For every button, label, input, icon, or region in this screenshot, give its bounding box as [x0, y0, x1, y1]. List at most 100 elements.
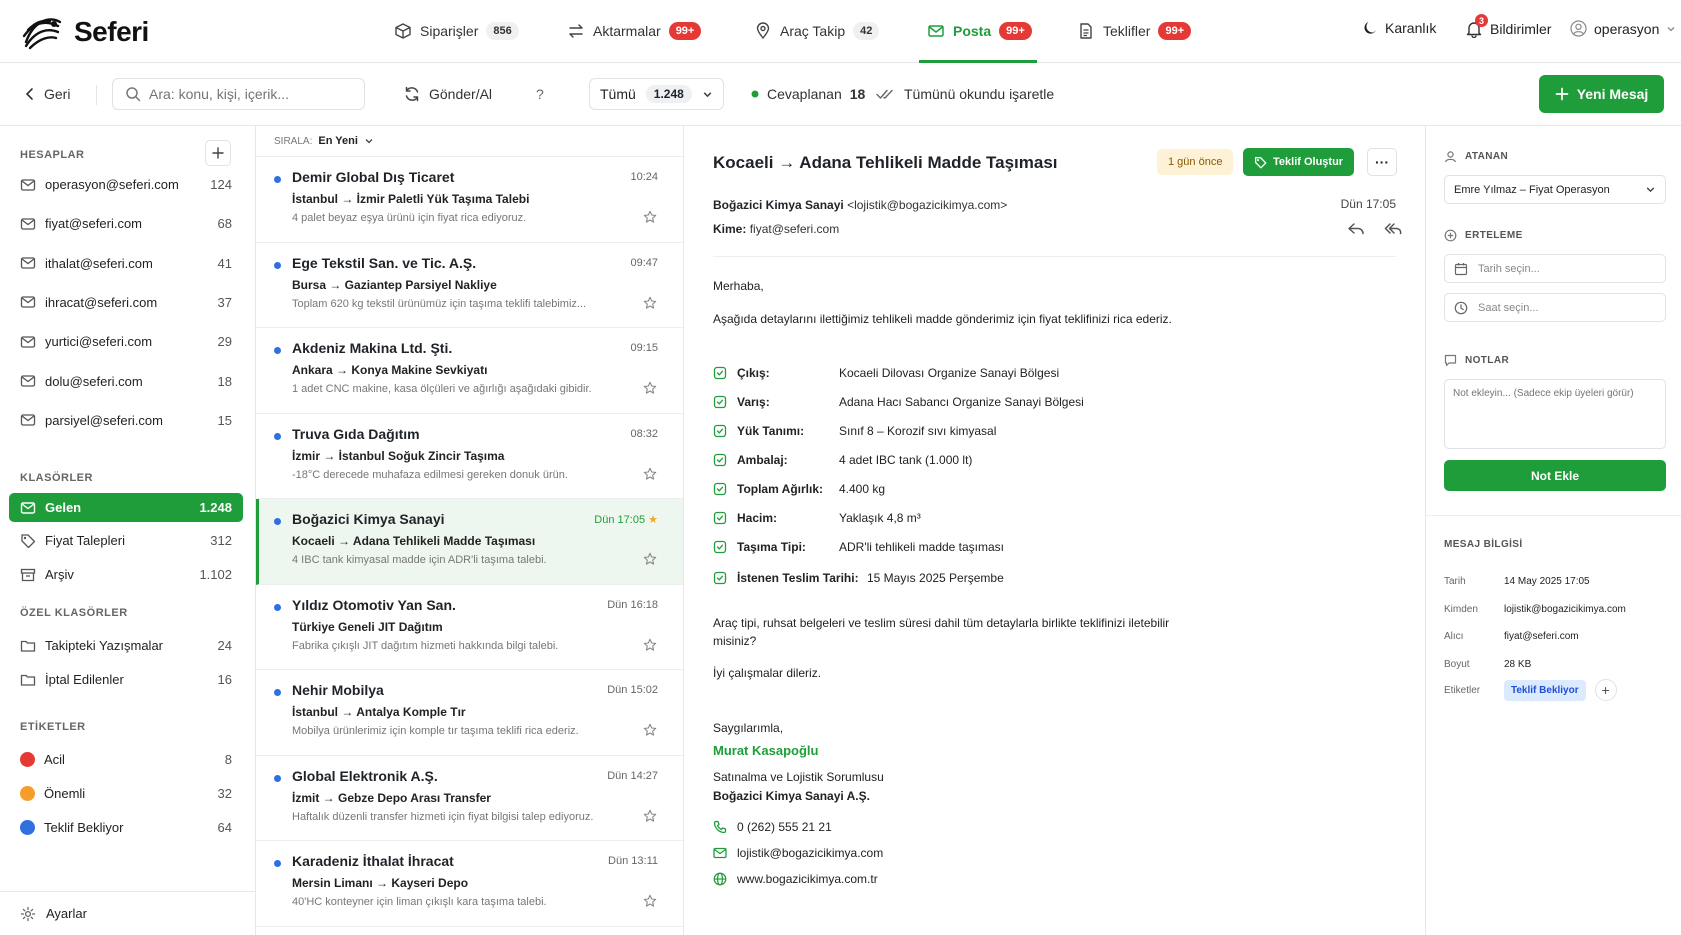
- message-row[interactable]: Ege Tekstil San. ve Tic. A.Ş. 09:47 Burs…: [256, 243, 683, 328]
- help-label: ?: [536, 86, 544, 102]
- search-box[interactable]: [112, 78, 365, 110]
- nav-posta[interactable]: Posta 99+: [927, 18, 1032, 44]
- date-picker[interactable]: Tarih seçin...: [1444, 254, 1666, 283]
- folder-gelen[interactable]: Gelen 1.248: [9, 493, 243, 522]
- account-item[interactable]: parsiyel@seferi.com 15: [9, 406, 243, 435]
- message-sender: Global Elektronik A.Ş.: [292, 767, 438, 784]
- folder-takipteki[interactable]: Takipteki Yazışmalar 24: [9, 631, 243, 660]
- message-row[interactable]: Yıldız Otomotiv Yan San. Dün 16:18 Türki…: [256, 585, 683, 670]
- tag-chip[interactable]: Teklif Bekliyor: [1504, 679, 1586, 701]
- contact-email[interactable]: lojistik@bogazicikimya.com: [713, 846, 883, 860]
- sort-control[interactable]: SIRALA: En Yeni: [256, 126, 683, 157]
- message-preview: 40'HC konteyner için liman çıkışlı kara …: [292, 896, 547, 908]
- new-message-button[interactable]: Yeni Mesaj: [1539, 75, 1664, 113]
- back-button[interactable]: Geri: [24, 78, 70, 110]
- star-icon[interactable]: [643, 638, 657, 652]
- notifications-button[interactable]: 3 Bildirimler: [1465, 14, 1552, 38]
- account-label: fiyat@seferi.com: [45, 216, 142, 232]
- account-item[interactable]: ithalat@seferi.com 41: [9, 249, 243, 278]
- message-row[interactable]: Akdeniz Makina Ltd. Şti. 09:15 Ankara → …: [256, 328, 683, 414]
- email-value: lojistik@bogazicikimya.com: [737, 846, 884, 860]
- starred-icon[interactable]: ★: [648, 514, 658, 526]
- account-item[interactable]: dolu@seferi.com 18: [9, 367, 243, 396]
- add-tag-button[interactable]: +: [1594, 679, 1617, 701]
- message-row[interactable]: Karadeniz İthalat İhracat Dün 13:11 Mers…: [256, 841, 683, 927]
- detail-value: 4 adet IBC tank (1.000 lt): [839, 453, 973, 467]
- mail-icon: [20, 334, 36, 350]
- send-receive-button[interactable]: Gönder/Al: [403, 78, 492, 110]
- star-icon[interactable]: [643, 552, 657, 566]
- reply-all-icon[interactable]: [1384, 222, 1402, 236]
- account-item[interactable]: operasyon@seferi.com 124: [9, 170, 243, 199]
- box-icon: [713, 453, 727, 467]
- star-icon[interactable]: [643, 467, 657, 481]
- phone-value: 0 (262) 555 21 21: [737, 820, 832, 834]
- create-quote-button[interactable]: Teklif Oluştur: [1243, 148, 1355, 176]
- nav-siparisler[interactable]: Siparişler 856: [394, 18, 519, 44]
- settings-button[interactable]: Ayarlar: [0, 891, 255, 935]
- user-menu[interactable]: operasyon: [1570, 20, 1676, 37]
- nav-arac-takip[interactable]: Araç Takip 42: [754, 18, 880, 44]
- notes-input[interactable]: [1444, 379, 1666, 449]
- folder-icon: [20, 672, 36, 688]
- chevron-down-icon: [702, 89, 713, 100]
- message-time-text: 09:47: [630, 256, 658, 269]
- reply-icon[interactable]: [1347, 222, 1365, 236]
- detail-label: Varış:: [737, 395, 770, 409]
- info-value: lojistik@bogazicikimya.com: [1504, 603, 1626, 615]
- message-row[interactable]: Boğazici Kimya Sanayi Dün 17:05 ★ Kocael…: [256, 499, 683, 585]
- message-time-text: Dün 13:11: [608, 855, 658, 867]
- label-teklif-bekliyor[interactable]: Teklif Bekliyor 64: [9, 813, 243, 842]
- user-avatar-icon: [1570, 20, 1587, 37]
- to-label: Kime:: [713, 222, 747, 236]
- label-name: Teklif Bekliyor: [44, 820, 124, 835]
- search-input[interactable]: [149, 86, 339, 102]
- label-onemli[interactable]: Önemli 32: [9, 779, 243, 808]
- message-row[interactable]: Nehir Mobilya Dün 15:02 İstanbul → Antal…: [256, 670, 683, 756]
- star-icon[interactable]: [643, 894, 657, 908]
- folder-fiyat-talepleri[interactable]: Fiyat Talepleri 312: [9, 526, 243, 555]
- message-row[interactable]: Truva Gıda Dağıtım 08:32 İzmir → İstanbu…: [256, 414, 683, 499]
- detail-label: Yük Tanımı:: [737, 424, 805, 438]
- star-icon[interactable]: [643, 809, 657, 823]
- help-button[interactable]: ?: [536, 78, 544, 110]
- assignee-select[interactable]: Emre Yılmaz – Fiyat Operasyon: [1444, 175, 1666, 204]
- app-logo[interactable]: Seferi: [20, 12, 149, 52]
- label-acil[interactable]: Acil 8: [9, 745, 243, 774]
- notifications-label: Bildirimler: [1490, 21, 1552, 37]
- star-icon[interactable]: [643, 296, 657, 310]
- answered-filter[interactable]: Cevaplanan 18: [751, 78, 865, 110]
- message-details-panel: ATANAN Emre Yılmaz – Fiyat Operasyon ERT…: [1425, 126, 1681, 935]
- contact-phone[interactable]: 0 (262) 555 21 21: [713, 820, 832, 834]
- document-icon: [1077, 22, 1095, 40]
- folder-arsiv[interactable]: Arşiv 1.102: [9, 560, 243, 589]
- nav-aktarmalar[interactable]: Aktarmalar 99+: [567, 18, 702, 44]
- theme-toggle[interactable]: Karanlık: [1362, 20, 1436, 36]
- message-row[interactable]: Demir Global Dış Ticaret 10:24 İstanbul …: [256, 157, 683, 243]
- accounts-title: HESAPLAR: [20, 149, 85, 161]
- new-message-label: Yeni Mesaj: [1576, 86, 1649, 102]
- add-note-button[interactable]: Not Ekle: [1444, 460, 1666, 491]
- account-item[interactable]: fiyat@seferi.com 68: [9, 209, 243, 238]
- message-time-text: Dün 14:27: [607, 769, 658, 782]
- snooze-section: ERTELEME: [1444, 229, 1523, 242]
- folder-iptal[interactable]: İptal Edilenler 16: [9, 665, 243, 694]
- mark-all-read-button[interactable]: Tümünü okundu işaretle: [876, 78, 1054, 110]
- star-icon[interactable]: [643, 381, 657, 395]
- time-placeholder: Saat seçin...: [1478, 301, 1539, 314]
- time-picker[interactable]: Saat seçin...: [1444, 293, 1666, 322]
- filter-select[interactable]: Tümü 1.248: [589, 78, 724, 110]
- message-time-text: Dün 17:05: [594, 514, 646, 526]
- star-icon[interactable]: [643, 210, 657, 224]
- contact-web[interactable]: www.bogazicikimya.com.tr: [713, 872, 878, 886]
- nav-badge: 42: [853, 22, 880, 40]
- star-icon[interactable]: [643, 723, 657, 737]
- message-row[interactable]: Global Elektronik A.Ş. Dün 14:27 İzmit →…: [256, 756, 683, 841]
- add-account-button[interactable]: [205, 140, 231, 166]
- unread-dot: [274, 432, 281, 440]
- more-options-button[interactable]: ···: [1367, 148, 1397, 176]
- nav-teklifler[interactable]: Teklifler 99+: [1077, 18, 1192, 44]
- account-item[interactable]: yurtici@seferi.com 29: [9, 327, 243, 356]
- web-value: www.bogazicikimya.com.tr: [737, 872, 878, 886]
- account-item[interactable]: ihracat@seferi.com 37: [9, 288, 243, 317]
